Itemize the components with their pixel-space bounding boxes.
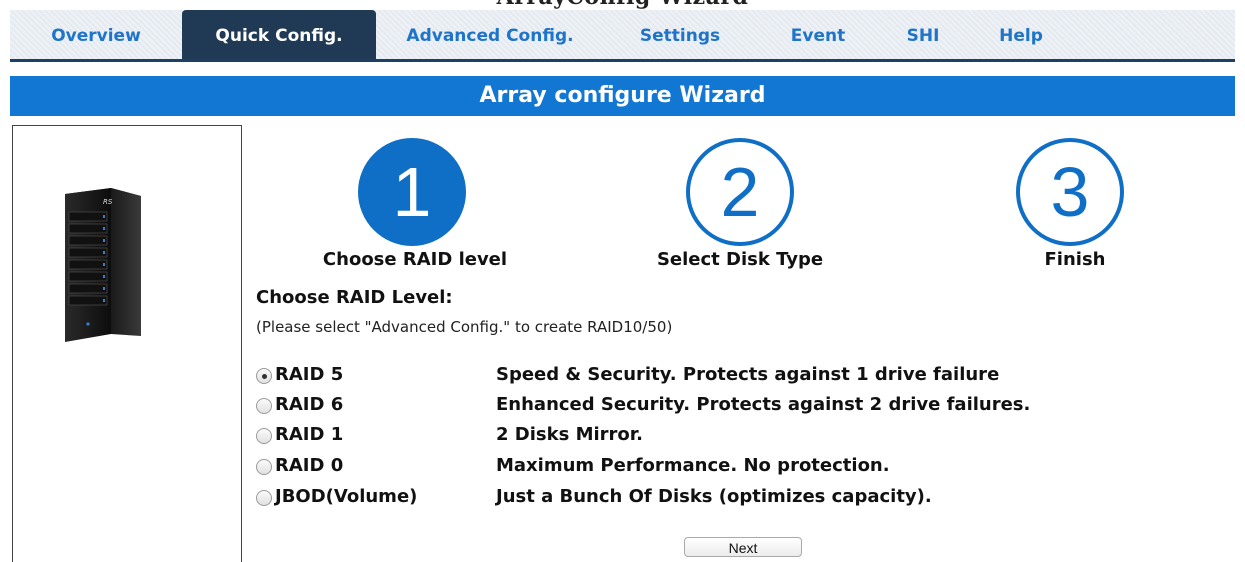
tab-advanced-config[interactable]: Advanced Config. <box>376 10 604 59</box>
step-2-label: Select Disk Type <box>656 249 824 270</box>
tab-overview[interactable]: Overview <box>10 10 182 59</box>
raid5-radio[interactable] <box>256 368 272 384</box>
raid1-label[interactable]: RAID 1 <box>275 424 343 445</box>
step-1-icon: 1 <box>358 138 466 246</box>
raid0-label[interactable]: RAID 0 <box>275 455 343 476</box>
raid1-description: 2 Disks Mirror. <box>496 424 643 445</box>
raid-enclosure-image: RS <box>65 188 141 342</box>
tab-help[interactable]: Help <box>966 10 1076 59</box>
tab-settings[interactable]: Settings <box>604 10 756 59</box>
step-1-label: Choose RAID level <box>322 249 508 270</box>
raid-section-title: Choose RAID Level: <box>256 287 453 308</box>
svg-text:3: 3 <box>1051 153 1090 231</box>
jbod-label[interactable]: JBOD(Volume) <box>275 486 417 507</box>
raid5-label[interactable]: RAID 5 <box>275 364 343 385</box>
clipped-heading: ArrayConfig Wizard <box>0 0 1245 10</box>
jbod-description: Just a Bunch Of Disks (optimizes capacit… <box>496 486 932 507</box>
step-3-label: Finish <box>1044 249 1106 270</box>
raid6-radio[interactable] <box>256 398 272 414</box>
svg-text:2: 2 <box>721 153 760 231</box>
raid0-description: Maximum Performance. No protection. <box>496 455 890 476</box>
raid6-label[interactable]: RAID 6 <box>275 394 343 415</box>
tab-shi[interactable]: SHI <box>880 10 966 59</box>
top-nav: Overview Quick Config. Advanced Config. … <box>10 10 1235 62</box>
device-panel: RS <box>12 125 242 562</box>
step-3-icon: 3 <box>1016 138 1124 246</box>
raid1-radio[interactable] <box>256 428 272 444</box>
svg-text:1: 1 <box>393 153 432 231</box>
tab-quick-config[interactable]: Quick Config. <box>182 10 376 59</box>
wizard-banner: Array configure Wizard <box>10 76 1235 116</box>
tab-event[interactable]: Event <box>756 10 880 59</box>
next-button[interactable]: Next <box>684 537 802 557</box>
step-2-icon: 2 <box>686 138 794 246</box>
device-brand-text: RS <box>103 198 113 206</box>
raid5-description: Speed & Security. Protects against 1 dri… <box>496 364 1000 385</box>
jbod-radio[interactable] <box>256 490 272 506</box>
raid6-description: Enhanced Security. Protects against 2 dr… <box>496 394 1031 415</box>
raid0-radio[interactable] <box>256 459 272 475</box>
raid-section-note: (Please select "Advanced Config." to cre… <box>256 318 673 336</box>
